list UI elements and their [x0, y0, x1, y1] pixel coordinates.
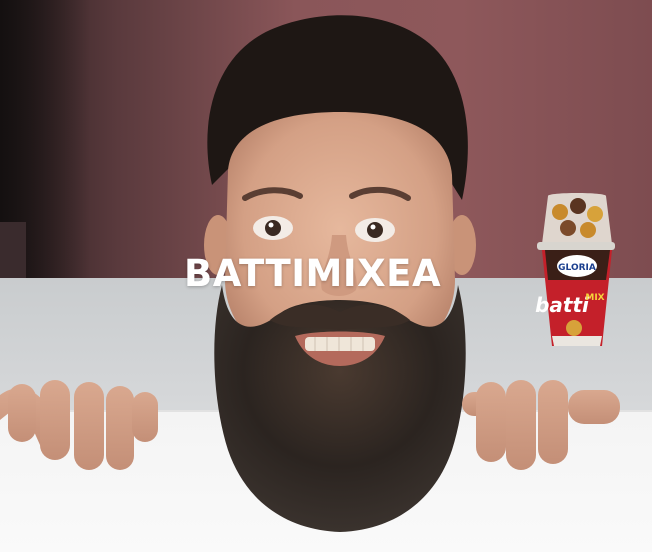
meme-image: GLORIA batti MIX BATTIMIXEA: [0, 0, 656, 556]
product-brand: GLORIA: [558, 263, 596, 273]
image-border-bottom: [0, 552, 656, 556]
right-hand: [462, 380, 620, 470]
product-tag: MIX: [585, 293, 604, 303]
product-name: batti: [535, 293, 590, 317]
image-border-right: [652, 0, 656, 556]
meme-caption: BATTIMIXEA: [184, 252, 442, 295]
yogurt-cup-image: GLORIA batti MIX: [535, 193, 615, 346]
left-hand: [0, 380, 158, 470]
